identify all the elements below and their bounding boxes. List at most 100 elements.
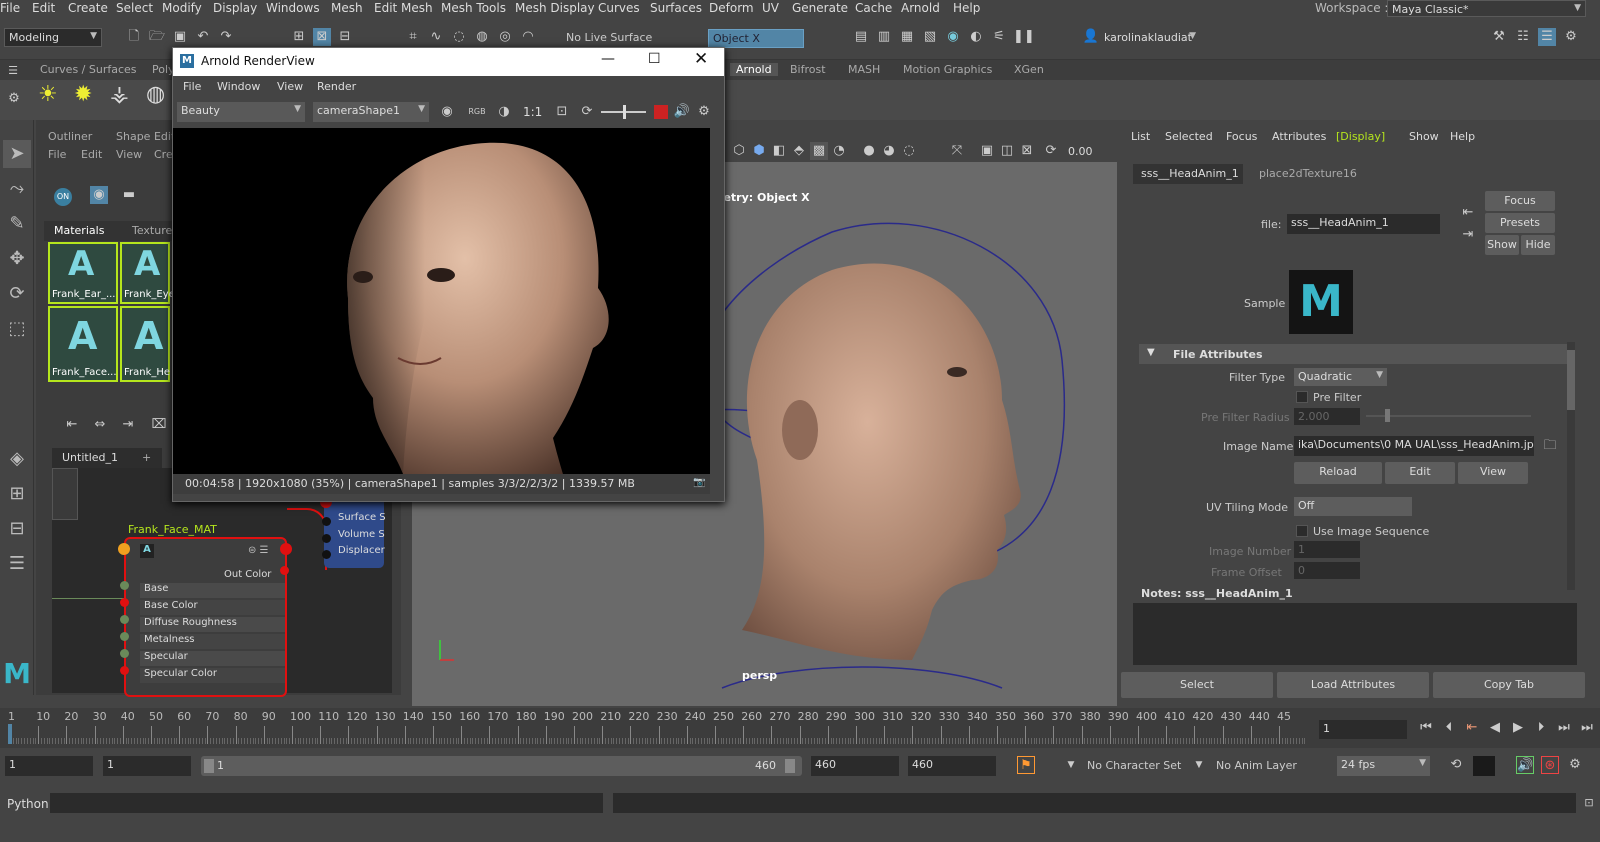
menu-edit[interactable]: Edit — [32, 1, 55, 15]
step-forward-key-icon[interactable]: ⏵ — [1532, 719, 1550, 737]
menu-uv[interactable]: UV — [762, 1, 779, 15]
node-attr-row[interactable]: Specular — [140, 651, 285, 666]
file-attributes-section[interactable]: ▼ File Attributes — [1139, 344, 1569, 364]
menu-deform[interactable]: Deform — [709, 1, 754, 15]
maximize-icon[interactable]: ☐ — [648, 51, 661, 67]
menu-curves[interactable]: Curves — [598, 1, 640, 15]
select-tool-icon[interactable]: ➤ — [3, 140, 31, 168]
scene-end-field[interactable]: 460 — [908, 756, 996, 776]
slider-handle[interactable] — [1385, 409, 1390, 422]
channel-box-toggle-icon[interactable]: ☰ — [1538, 28, 1556, 46]
render-frame-icon[interactable]: ▥ — [875, 28, 893, 46]
rotate-tool-icon[interactable]: ⟳ — [3, 280, 31, 308]
current-frame-field[interactable]: 1 — [1319, 720, 1407, 739]
copy-tab-button[interactable]: Copy Tab — [1433, 672, 1585, 698]
range-bar[interactable]: 1 460 — [201, 756, 802, 776]
tool-settings-icon[interactable]: ⚙ — [1562, 28, 1580, 46]
pre-filter-checkbox[interactable] — [1296, 391, 1308, 403]
outliner-menu-file[interactable]: File — [48, 148, 66, 161]
shelf-tab-mash[interactable]: MASH — [848, 63, 880, 76]
attr-port[interactable] — [120, 615, 129, 624]
frame-offset-field[interactable]: 0 — [1294, 562, 1360, 579]
menu-modify[interactable]: Modify — [162, 1, 202, 15]
graph-clear-icon[interactable]: ⌧ — [150, 416, 168, 434]
zoom-level[interactable]: 1:1 — [523, 105, 542, 119]
wireframe-icon[interactable]: ⬡ — [730, 142, 748, 160]
graph-io-icon[interactable]: ⇔ — [91, 416, 109, 434]
resolution-gate-icon[interactable]: ⊠ — [1018, 142, 1036, 160]
symmetry-field[interactable]: Object X — [708, 29, 804, 48]
ae-tab-active[interactable]: sss__HeadAnim_1 — [1133, 164, 1243, 184]
menu-help[interactable]: Help — [953, 1, 980, 15]
tab-materials[interactable]: Materials — [54, 224, 104, 237]
material-node[interactable]: A ⊜ ☰ Out Color Base Base Color Diffuse … — [124, 537, 287, 697]
new-scene-icon[interactable]: 🗋 — [125, 28, 143, 46]
menu-surfaces[interactable]: Surfaces — [650, 1, 702, 15]
scale-tool-icon[interactable]: ⬚ — [3, 315, 31, 343]
four-view-icon[interactable]: ⊞ — [3, 480, 31, 508]
node-attr-row[interactable]: Diffuse Roughness — [140, 617, 285, 632]
toggle-panel-icon[interactable]: ⚟ — [990, 28, 1008, 46]
shelf-settings-icon[interactable]: ⚙ — [5, 90, 23, 108]
menu-create[interactable]: Create — [68, 1, 108, 15]
minimize-icon[interactable]: — — [601, 51, 615, 67]
loop-icon[interactable]: ⟲ — [1447, 756, 1465, 774]
material-swatch[interactable]: A Frank_He — [120, 306, 170, 382]
ipr-render-icon[interactable]: ▦ — [898, 28, 916, 46]
ae-menu-display[interactable]: [Display] — [1336, 130, 1385, 143]
step-back-key-icon[interactable]: ⏴ — [1440, 719, 1458, 737]
node-attr-row[interactable]: Base — [140, 583, 285, 598]
ae-scrollbar[interactable] — [1567, 342, 1575, 590]
render-region-icon[interactable]: ▤ — [852, 28, 870, 46]
chevron-down-icon[interactable]: ▼ — [1062, 756, 1080, 774]
current-time-marker[interactable] — [8, 724, 12, 744]
audio-icon[interactable]: 🔊 — [1516, 756, 1534, 774]
focus-button[interactable]: Focus — [1485, 191, 1555, 211]
script-editor-icon[interactable]: ⊡ — [1580, 794, 1598, 812]
select-button[interactable]: Select — [1121, 672, 1273, 698]
menu-mesh-display[interactable]: Mesh Display — [515, 1, 595, 15]
close-icon[interactable]: ✕ — [694, 49, 708, 69]
view-button[interactable]: View — [1458, 462, 1528, 484]
node-attr-row[interactable]: Metalness — [140, 634, 285, 649]
step-forward-frame-icon[interactable]: ⏭ — [1555, 719, 1573, 737]
outliner-menu-create[interactable]: Cre — [154, 148, 173, 161]
live-surface-field[interactable]: No Live Surface — [562, 29, 662, 47]
play-forward-icon[interactable]: ▶ — [1509, 719, 1527, 737]
image-name-field[interactable]: ika\Documents\0 MA UAL\sss_HeadAnim.jpg — [1294, 436, 1534, 456]
snap-curve-icon[interactable]: ∿ — [427, 28, 445, 46]
scene-start-field[interactable]: 1 — [5, 756, 93, 776]
ae-menu-focus[interactable]: Focus — [1226, 130, 1257, 143]
go-to-start-icon[interactable]: ⏮ — [1417, 719, 1435, 737]
ae-menu-show[interactable]: Show — [1409, 130, 1439, 143]
command-input[interactable] — [50, 793, 603, 813]
playback-start-field[interactable]: 1 — [103, 756, 191, 776]
shelf-tab-motion-graphics[interactable]: Motion Graphics — [903, 63, 992, 76]
outliner-layout-icon[interactable]: ☰ — [3, 550, 31, 578]
render-settings-icon[interactable]: ▧ — [921, 28, 939, 46]
snap-point-icon[interactable]: ◌ — [450, 28, 468, 46]
sg-port[interactable] — [322, 550, 331, 559]
language-toggle[interactable]: Python — [7, 797, 49, 811]
sg-attr-row[interactable]: Displacer — [338, 545, 385, 556]
step-back-frame-icon[interactable]: ⇤ — [1463, 719, 1481, 737]
area-light-icon[interactable]: ☀ — [38, 84, 58, 106]
tab-shape-editor[interactable]: Shape Edit — [116, 130, 175, 143]
modeling-toolkit-icon[interactable]: ⚒ — [1490, 28, 1508, 46]
select-component-icon[interactable]: ⊟ — [336, 28, 354, 46]
list-view-icon[interactable]: ▬ — [120, 186, 138, 204]
file-node-name-field[interactable]: sss__HeadAnim_1 — [1287, 214, 1440, 234]
menu-display[interactable]: Display — [213, 1, 257, 15]
menu-mesh[interactable]: Mesh — [331, 1, 363, 15]
material-swatch[interactable]: A Frank_Eye — [120, 242, 175, 304]
node-attr-row[interactable]: Base Color — [140, 600, 285, 615]
menu-generate[interactable]: Generate — [792, 1, 848, 15]
renderview-menu-render[interactable]: Render — [317, 80, 356, 93]
user-account-dropdown[interactable]: karolinaklaudiat ▼ — [1100, 29, 1200, 47]
frame-all-icon[interactable]: ⊡ — [553, 103, 571, 121]
hypershade-icon[interactable]: ◉ — [944, 28, 962, 46]
exposure-value[interactable]: 0.00 — [1068, 145, 1093, 158]
sg-attr-row[interactable]: Volume S — [338, 529, 385, 540]
cache-playback-icon[interactable]: ⊛ — [1541, 756, 1559, 774]
open-scene-icon[interactable]: 🗁 — [148, 28, 166, 46]
